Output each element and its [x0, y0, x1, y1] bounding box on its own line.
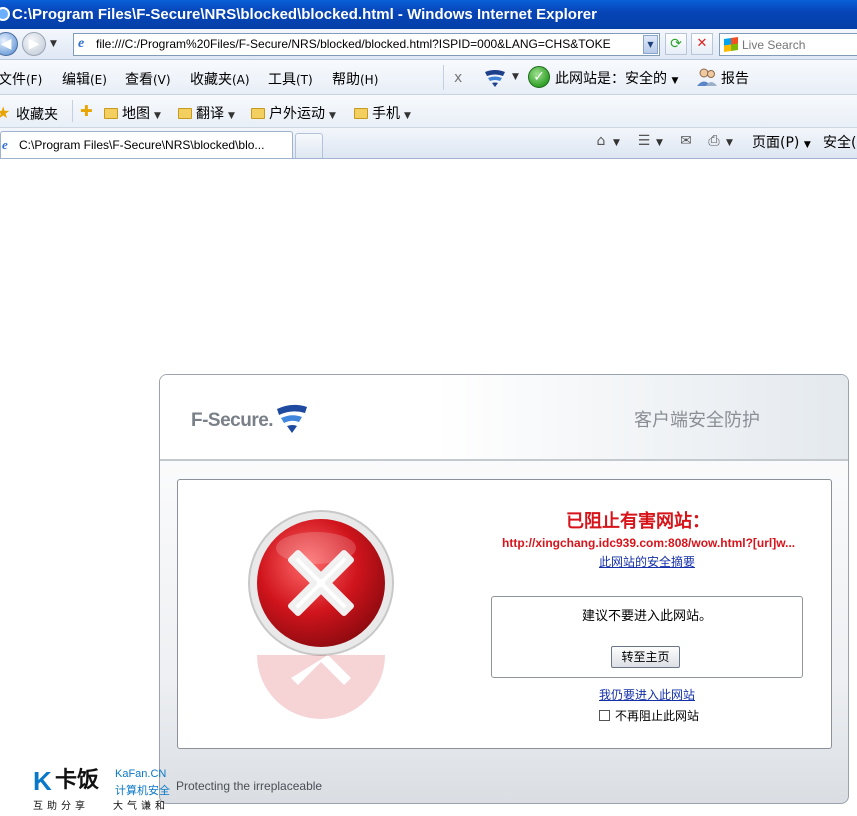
menu-bar: 文件(F) 编辑(E) 查看(V) 收藏夹(A) 工具(T) 帮助(H) x ▼…	[0, 60, 857, 95]
tagline: Protecting the irreplaceable	[176, 779, 323, 793]
search-input[interactable]	[742, 36, 857, 53]
feeds-command[interactable]: ☰ ▼	[636, 133, 663, 149]
security-summary-link[interactable]: 此网站的安全摘要	[599, 553, 695, 570]
mail-icon: ✉	[680, 133, 692, 149]
favorites-button[interactable]: 收藏夹	[16, 104, 58, 124]
blocked-x-reflection	[257, 655, 385, 719]
blocked-content-box: 已阻止有害网站： http://xingchang.idc939.com:808…	[177, 479, 832, 749]
rss-feed-icon: ☰	[637, 133, 651, 149]
kafan-logo-icon: K	[33, 766, 52, 796]
home-icon: ⌂	[596, 133, 606, 149]
tab-title: C:\Program Files\F-Secure\NRS\blocked\bl…	[19, 138, 265, 152]
tab-active[interactable]: e C:\Program Files\F-Secure\NRS\blocked\…	[0, 131, 293, 158]
dont-block-option[interactable]: 不再阻止此网站	[599, 707, 699, 724]
page-icon: e	[78, 36, 85, 51]
favorites-folder-outdoor[interactable]: 户外运动 ▼	[251, 103, 336, 123]
report-people-icon	[697, 68, 717, 86]
menu-file[interactable]: 文件(F)	[0, 69, 42, 89]
tab-bar: e C:\Program Files\F-Secure\NRS\blocked\…	[0, 128, 857, 159]
window-titlebar: C:\Program Files\F-Secure\NRS\blocked\bl…	[0, 0, 857, 29]
mail-command[interactable]: ✉	[678, 133, 694, 149]
toolbar-close-icon[interactable]: x	[454, 70, 462, 86]
menu-view[interactable]: 查看(V)	[125, 69, 171, 89]
forward-button[interactable]: ▶	[22, 32, 46, 56]
address-url[interactable]: file:///C:/Program%20Files/F-Secure/NRS/…	[96, 37, 641, 51]
watermark-sub2: 大气谦和	[113, 801, 169, 812]
folder-icon	[251, 108, 265, 119]
blocked-title: 已阻止有害网站：	[566, 511, 710, 532]
page-menu[interactable]: 页面(P) ▼	[752, 132, 811, 152]
watermark-brand: 卡饭	[55, 768, 100, 793]
menu-edit[interactable]: 编辑(E)	[62, 69, 107, 89]
blocked-x-icon	[248, 510, 394, 656]
menu-favorites[interactable]: 收藏夹(A)	[190, 69, 250, 89]
safe-check-icon: ✓	[528, 66, 550, 88]
folder-icon	[354, 108, 368, 119]
go-home-button[interactable]: 转至主页	[611, 646, 680, 668]
printer-icon: ⎙	[708, 133, 720, 149]
report-button[interactable]: 报告	[721, 68, 749, 88]
menu-tools[interactable]: 工具(T)	[268, 69, 313, 89]
fsecure-toolbar-icon[interactable]	[484, 68, 506, 88]
print-command[interactable]: ⎙ ▼	[706, 133, 733, 149]
panel-header: F-Secure. 客户端安全防护	[160, 375, 848, 461]
back-button[interactable]: ◀	[0, 32, 18, 56]
window-title: C:\Program Files\F-Secure\NRS\blocked\bl…	[12, 6, 597, 23]
refresh-button[interactable]: ⟳	[665, 33, 687, 55]
favorites-folder-translate[interactable]: 翻译 ▼	[178, 103, 235, 123]
dont-block-checkbox[interactable]	[599, 710, 610, 721]
proceed-anyway-link[interactable]: 我仍要进入此网站	[599, 686, 695, 703]
fsecure-dropdown-icon[interactable]: ▼	[512, 72, 519, 82]
safety-menu[interactable]: 安全(	[823, 132, 856, 152]
new-tab-button[interactable]	[295, 133, 323, 158]
home-command[interactable]: ⌂ ▼	[593, 133, 620, 149]
watermark-cn: 计算机安全	[115, 784, 170, 797]
favorites-folder-map[interactable]: 地图 ▼	[104, 103, 161, 123]
favorites-bar: ★ 收藏夹 ✚ 地图 ▼ 翻译 ▼ 户外运动 ▼ 手机 ▼	[0, 95, 857, 128]
folder-icon	[104, 108, 118, 119]
blocked-page-panel: F-Secure. 客户端安全防护 已阻止有害网站： http://xingch…	[159, 374, 849, 804]
advice-text: 建议不要进入此网站。	[581, 609, 712, 624]
fsecure-logo: F-Secure.	[191, 410, 274, 431]
kafan-watermark: K 卡饭 KaFan.CN 计算机安全 互助分享 大气谦和	[33, 767, 173, 813]
advice-box: 建议不要进入此网站。 转至主页	[491, 596, 803, 678]
address-field[interactable]: e file:///C:/Program%20Files/F-Secure/NR…	[73, 33, 660, 56]
recent-pages-dropdown-icon[interactable]: ▼	[50, 39, 57, 49]
favorites-star-icon[interactable]: ★	[0, 103, 10, 122]
live-search-box[interactable]	[719, 33, 857, 56]
panel-title: 客户端安全防护	[634, 410, 760, 431]
site-status-menu[interactable]: 此网站是：安全的 ▼	[555, 68, 678, 88]
windows-live-icon	[724, 37, 738, 52]
address-toolbar: ◀ ▶ ▼ e file:///C:/Program%20Files/F-Sec…	[0, 29, 857, 60]
address-dropdown-icon[interactable]: ▼	[643, 35, 658, 54]
watermark-sub1: 互助分享	[33, 801, 89, 812]
page-icon: e	[2, 137, 8, 152]
fsecure-logo-icon	[277, 404, 307, 433]
favorites-folder-mobile[interactable]: 手机 ▼	[354, 103, 411, 123]
favorites-separator	[72, 100, 73, 122]
ie-icon	[0, 7, 10, 21]
add-favorite-icon[interactable]: ✚	[80, 102, 93, 120]
folder-icon	[178, 108, 192, 119]
watermark-en: KaFan.CN	[115, 768, 167, 780]
toolbar-separator	[443, 65, 444, 90]
blocked-url: http://xingchang.idc939.com:808/wow.html…	[502, 536, 796, 550]
menu-help[interactable]: 帮助(H)	[332, 69, 378, 89]
stop-button[interactable]: ✕	[691, 33, 713, 55]
